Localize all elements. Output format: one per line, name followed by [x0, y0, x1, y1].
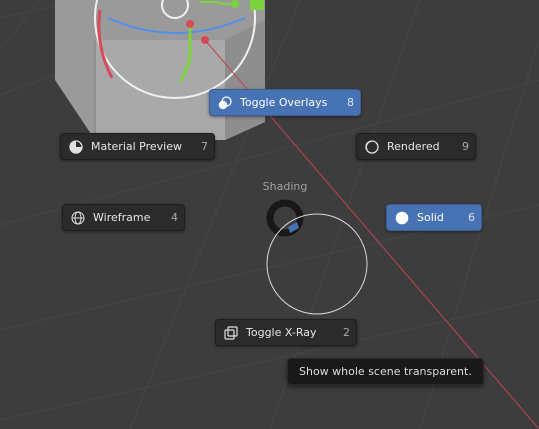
default-cube[interactable]: [55, 0, 265, 140]
rendered-sphere-icon: [365, 139, 379, 154]
wireframe-sphere-icon: [71, 211, 85, 225]
pie-direction-indicator: [266, 199, 304, 237]
xray-icon: [224, 325, 238, 340]
material-sphere-icon: [69, 139, 83, 154]
solid-label: Solid: [417, 211, 444, 224]
solid-sphere-icon: [395, 211, 409, 225]
material-preview-shortcut: 7: [201, 140, 208, 153]
wireframe-label: Wireframe: [93, 211, 151, 224]
pie-cursor-ring: [266, 213, 368, 315]
toggle-overlays-item[interactable]: Toggle Overlays 8: [209, 89, 361, 116]
overlay-icon: [218, 95, 232, 110]
toggle-xray-item[interactable]: Toggle X-Ray 2: [215, 319, 357, 346]
wireframe-shortcut: 4: [171, 211, 178, 224]
wireframe-item[interactable]: Wireframe 4: [62, 204, 185, 231]
toggle-xray-shortcut: 2: [343, 326, 350, 339]
toggle-overlays-shortcut: 8: [347, 96, 354, 109]
tooltip: Show whole scene transparent.: [287, 358, 484, 385]
rendered-item[interactable]: Rendered 9: [356, 133, 476, 160]
material-preview-label: Material Preview: [91, 140, 183, 153]
material-preview-item[interactable]: Material Preview 7: [60, 133, 215, 160]
toggle-xray-label: Toggle X-Ray: [246, 326, 317, 339]
pie-menu-title: Shading: [262, 180, 308, 193]
rendered-shortcut: 9: [462, 140, 469, 153]
solid-item[interactable]: Solid 6: [386, 204, 482, 231]
rendered-label: Rendered: [387, 140, 440, 153]
solid-shortcut: 6: [468, 211, 475, 224]
toggle-overlays-label: Toggle Overlays: [240, 96, 328, 109]
